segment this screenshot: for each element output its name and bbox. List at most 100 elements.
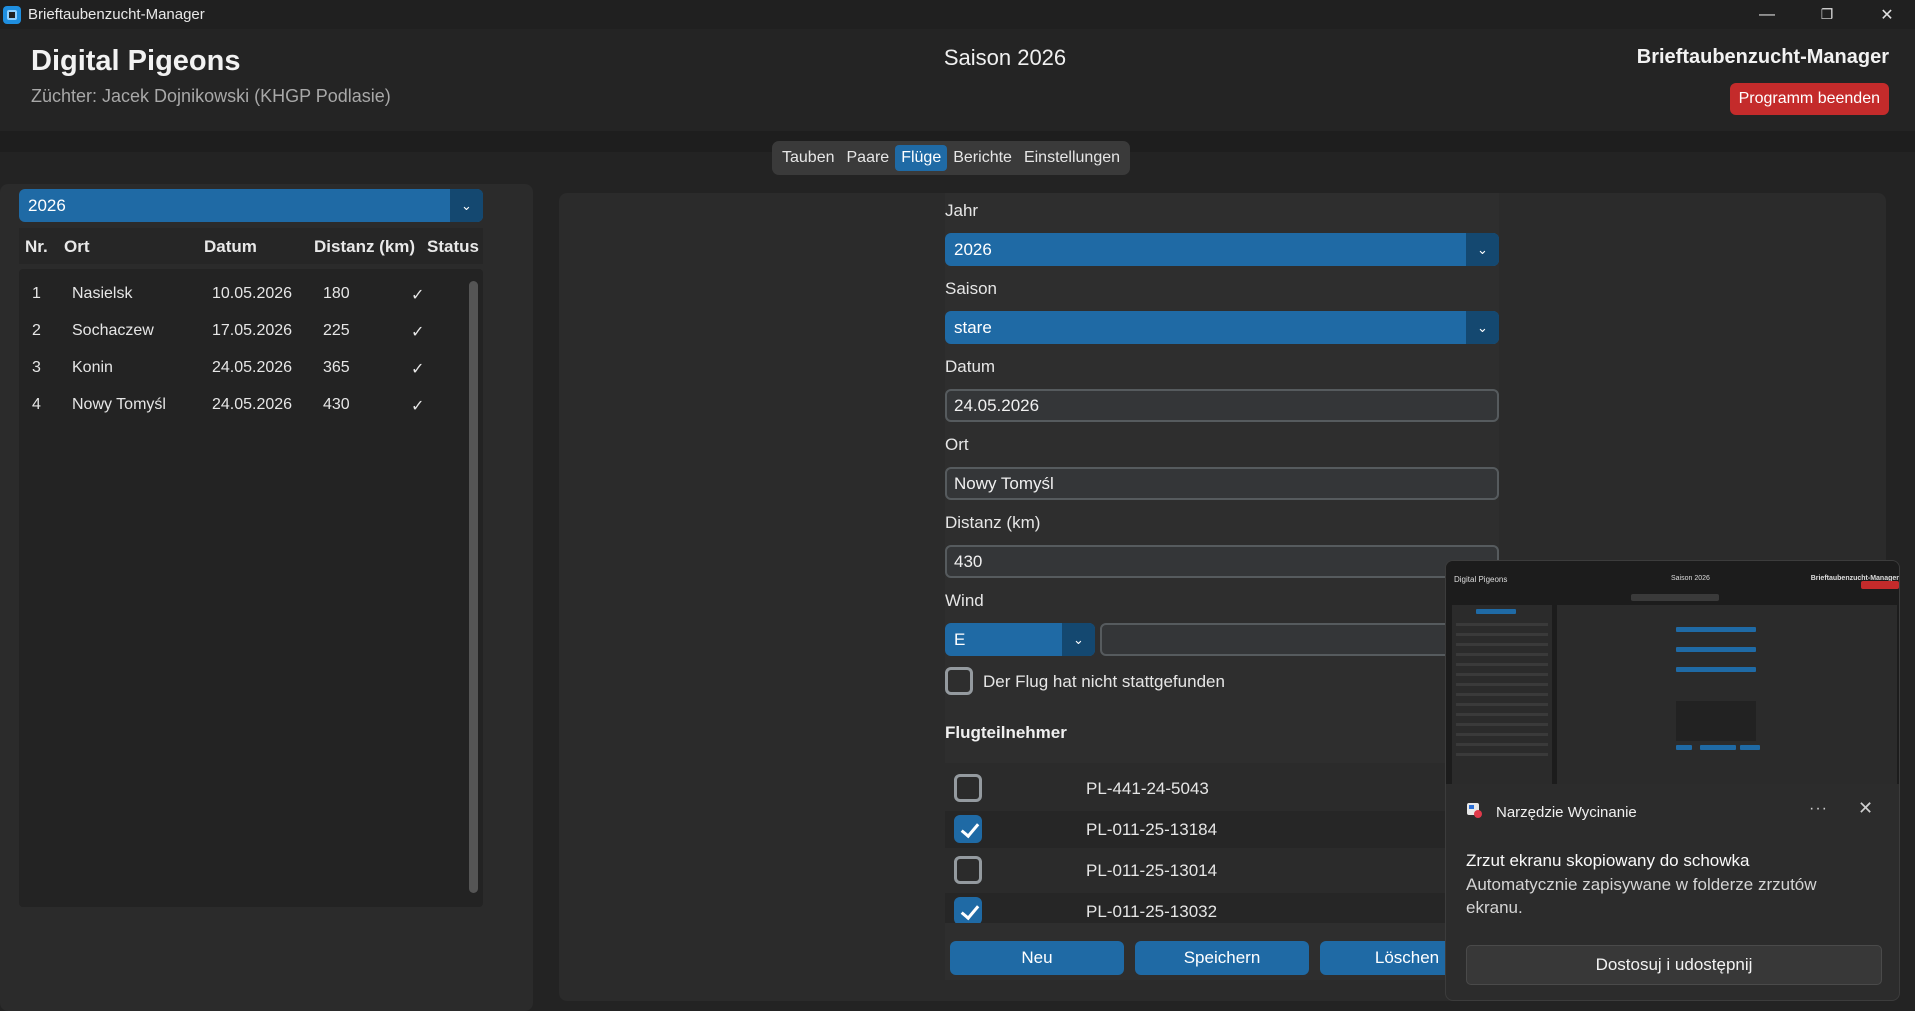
participant-ring: PL-441-24-5043 <box>1086 779 1209 798</box>
thumbnail-line <box>1456 663 1548 666</box>
flight-not-held-checkbox[interactable] <box>945 667 973 695</box>
flight-nr: 2 <box>32 322 41 339</box>
save-flight-button[interactable]: Speichern <box>1135 941 1309 975</box>
notification-body: Automatycznie zapisywane w folderze zrzu… <box>1466 875 1817 917</box>
chevron-down-icon[interactable]: ⌄ <box>450 189 483 222</box>
season-label: Saison 2026 <box>943 45 1067 70</box>
flight-datum: 24.05.2026 <box>212 396 293 413</box>
participant-row[interactable]: PL-011-25-13184 <box>945 811 1445 848</box>
flight-row[interactable]: 2 Sochaczew 17.05.2026 225 ✓ <box>19 316 459 346</box>
flight-status: ✓ <box>411 398 425 415</box>
thumbnail-select <box>1476 609 1516 614</box>
column-nr[interactable]: Nr. <box>25 237 48 257</box>
tab-fluege[interactable]: Flüge <box>895 145 948 171</box>
flight-distanz: 365 <box>323 359 350 376</box>
date-input[interactable]: 24.05.2026 <box>945 389 1499 422</box>
thumbnail-quit-button <box>1861 581 1899 589</box>
distance-label: Distanz (km) <box>945 513 1041 532</box>
column-ort[interactable]: Ort <box>64 237 90 257</box>
wind-extra-input[interactable] <box>1100 623 1499 656</box>
thumbnail-line <box>1456 723 1548 726</box>
thumbnail-button <box>1740 745 1760 750</box>
wind-direction-value: E <box>954 630 966 649</box>
flight-nr: 4 <box>32 396 41 413</box>
thumbnail-line <box>1456 733 1548 736</box>
wind-direction-select[interactable]: E ⌄ <box>945 623 1095 656</box>
tab-tauben[interactable]: Tauben <box>776 145 841 171</box>
chevron-down-icon[interactable]: ⌄ <box>1062 623 1095 656</box>
close-icon[interactable]: ✕ <box>1858 798 1873 819</box>
app-window: Brieftaubenzucht-Manager — ❐ ✕ Digital P… <box>0 0 1915 1011</box>
flight-datum: 24.05.2026 <box>212 359 293 376</box>
tab-einstellungen[interactable]: Einstellungen <box>1018 145 1126 171</box>
more-options-icon[interactable]: ··· <box>1809 800 1828 818</box>
flight-nr: 3 <box>32 359 41 376</box>
column-distanz[interactable]: Distanz (km) <box>314 237 415 257</box>
participant-checkbox[interactable] <box>954 815 982 843</box>
screenshot-thumbnail[interactable]: Digital Pigeons Saison 2026 Brieftaubenz… <box>1446 561 1899 784</box>
thumbnail-line <box>1456 633 1548 636</box>
thumbnail-line <box>1456 713 1548 716</box>
app-icon <box>3 5 21 24</box>
participant-checkbox[interactable] <box>954 897 982 923</box>
participant-row[interactable]: PL-011-25-13032 <box>945 893 1445 923</box>
restore-button[interactable]: ❐ <box>1797 0 1857 29</box>
thumbnail-button <box>1676 745 1692 750</box>
thumbnail-line <box>1456 653 1548 656</box>
thumbnail-select <box>1676 647 1756 652</box>
chevron-down-icon[interactable]: ⌄ <box>1466 233 1499 266</box>
thumbnail-line <box>1456 703 1548 706</box>
flight-distanz: 430 <box>323 396 350 413</box>
tab-paare[interactable]: Paare <box>841 145 896 171</box>
flight-distanz: 180 <box>323 285 350 302</box>
flight-row[interactable]: 3 Konin 24.05.2026 365 ✓ <box>19 353 459 383</box>
flight-list-scrollbar[interactable] <box>469 281 478 893</box>
participant-ring: PL-011-25-13014 <box>1086 861 1218 880</box>
participant-row[interactable]: PL-011-25-13014 <box>945 852 1445 889</box>
quit-button[interactable]: Programm beenden <box>1729 83 1889 115</box>
flight-row[interactable]: 1 Nasielsk 10.05.2026 180 ✓ <box>19 279 459 309</box>
thumbnail-season: Saison 2026 <box>1671 575 1710 582</box>
participant-row[interactable]: PL-441-24-5043 <box>945 770 1445 807</box>
flight-ort: Nowy Tomyśl <box>72 396 166 413</box>
year-filter-select[interactable]: 2026 ⌄ <box>19 189 483 222</box>
minimize-button[interactable]: — <box>1737 0 1797 29</box>
place-input[interactable]: Nowy Tomyśl <box>945 467 1499 500</box>
app-header: Digital Pigeons Züchter: Jacek Dojnikows… <box>0 29 1915 131</box>
distance-input[interactable]: 430 <box>945 545 1499 578</box>
participant-checkbox[interactable] <box>954 856 982 884</box>
close-window-button[interactable]: ✕ <box>1857 0 1915 29</box>
flight-ort: Nasielsk <box>72 285 133 302</box>
date-label: Datum <box>945 357 996 376</box>
thumbnail-line <box>1456 623 1548 626</box>
notification-header: Narzędzie Wycinanie ··· ✕ <box>1446 784 1899 834</box>
thumbnail-select <box>1676 667 1756 672</box>
chevron-down-icon[interactable]: ⌄ <box>1466 311 1499 344</box>
new-flight-button[interactable]: Neu <box>950 941 1124 975</box>
flight-datum: 17.05.2026 <box>212 322 293 339</box>
column-datum[interactable]: Datum <box>204 237 257 257</box>
thumbnail-line <box>1456 673 1548 676</box>
flight-list-header: Nr. Ort Datum Distanz (km) Status <box>19 228 483 264</box>
participant-checkbox[interactable] <box>954 774 982 802</box>
flight-not-held-label[interactable]: Der Flug hat nicht stattgefunden <box>983 672 1225 692</box>
thumbnail-line <box>1456 693 1548 696</box>
flight-ort: Sochaczew <box>72 322 154 339</box>
season-select[interactable]: stare ⌄ <box>945 311 1499 344</box>
app-title: Digital Pigeons <box>31 45 241 77</box>
thumbnail-line <box>1456 643 1548 646</box>
year-select[interactable]: 2026 ⌄ <box>945 233 1499 266</box>
flight-status: ✓ <box>411 361 425 378</box>
place-label: Ort <box>945 435 969 454</box>
flight-row[interactable]: 4 Nowy Tomyśl 24.05.2026 430 ✓ <box>19 390 459 420</box>
thumbnail-app-title: Digital Pigeons <box>1454 575 1508 584</box>
notification-title: Zrzut ekranu skopiowany do schowka <box>1466 851 1750 870</box>
tab-berichte[interactable]: Berichte <box>947 145 1018 171</box>
screenshot-notification: Digital Pigeons Saison 2026 Brieftaubenz… <box>1445 560 1900 1001</box>
notification-app-name: Narzędzie Wycinanie <box>1496 804 1637 821</box>
flight-list: 1 Nasielsk 10.05.2026 180 ✓ 2 Sochaczew … <box>19 269 483 907</box>
customize-share-button[interactable]: Dostosuj i udostępnij <box>1466 945 1882 985</box>
year-value: 2026 <box>954 240 992 259</box>
thumbnail-line <box>1456 753 1548 756</box>
column-status[interactable]: Status <box>427 237 479 257</box>
